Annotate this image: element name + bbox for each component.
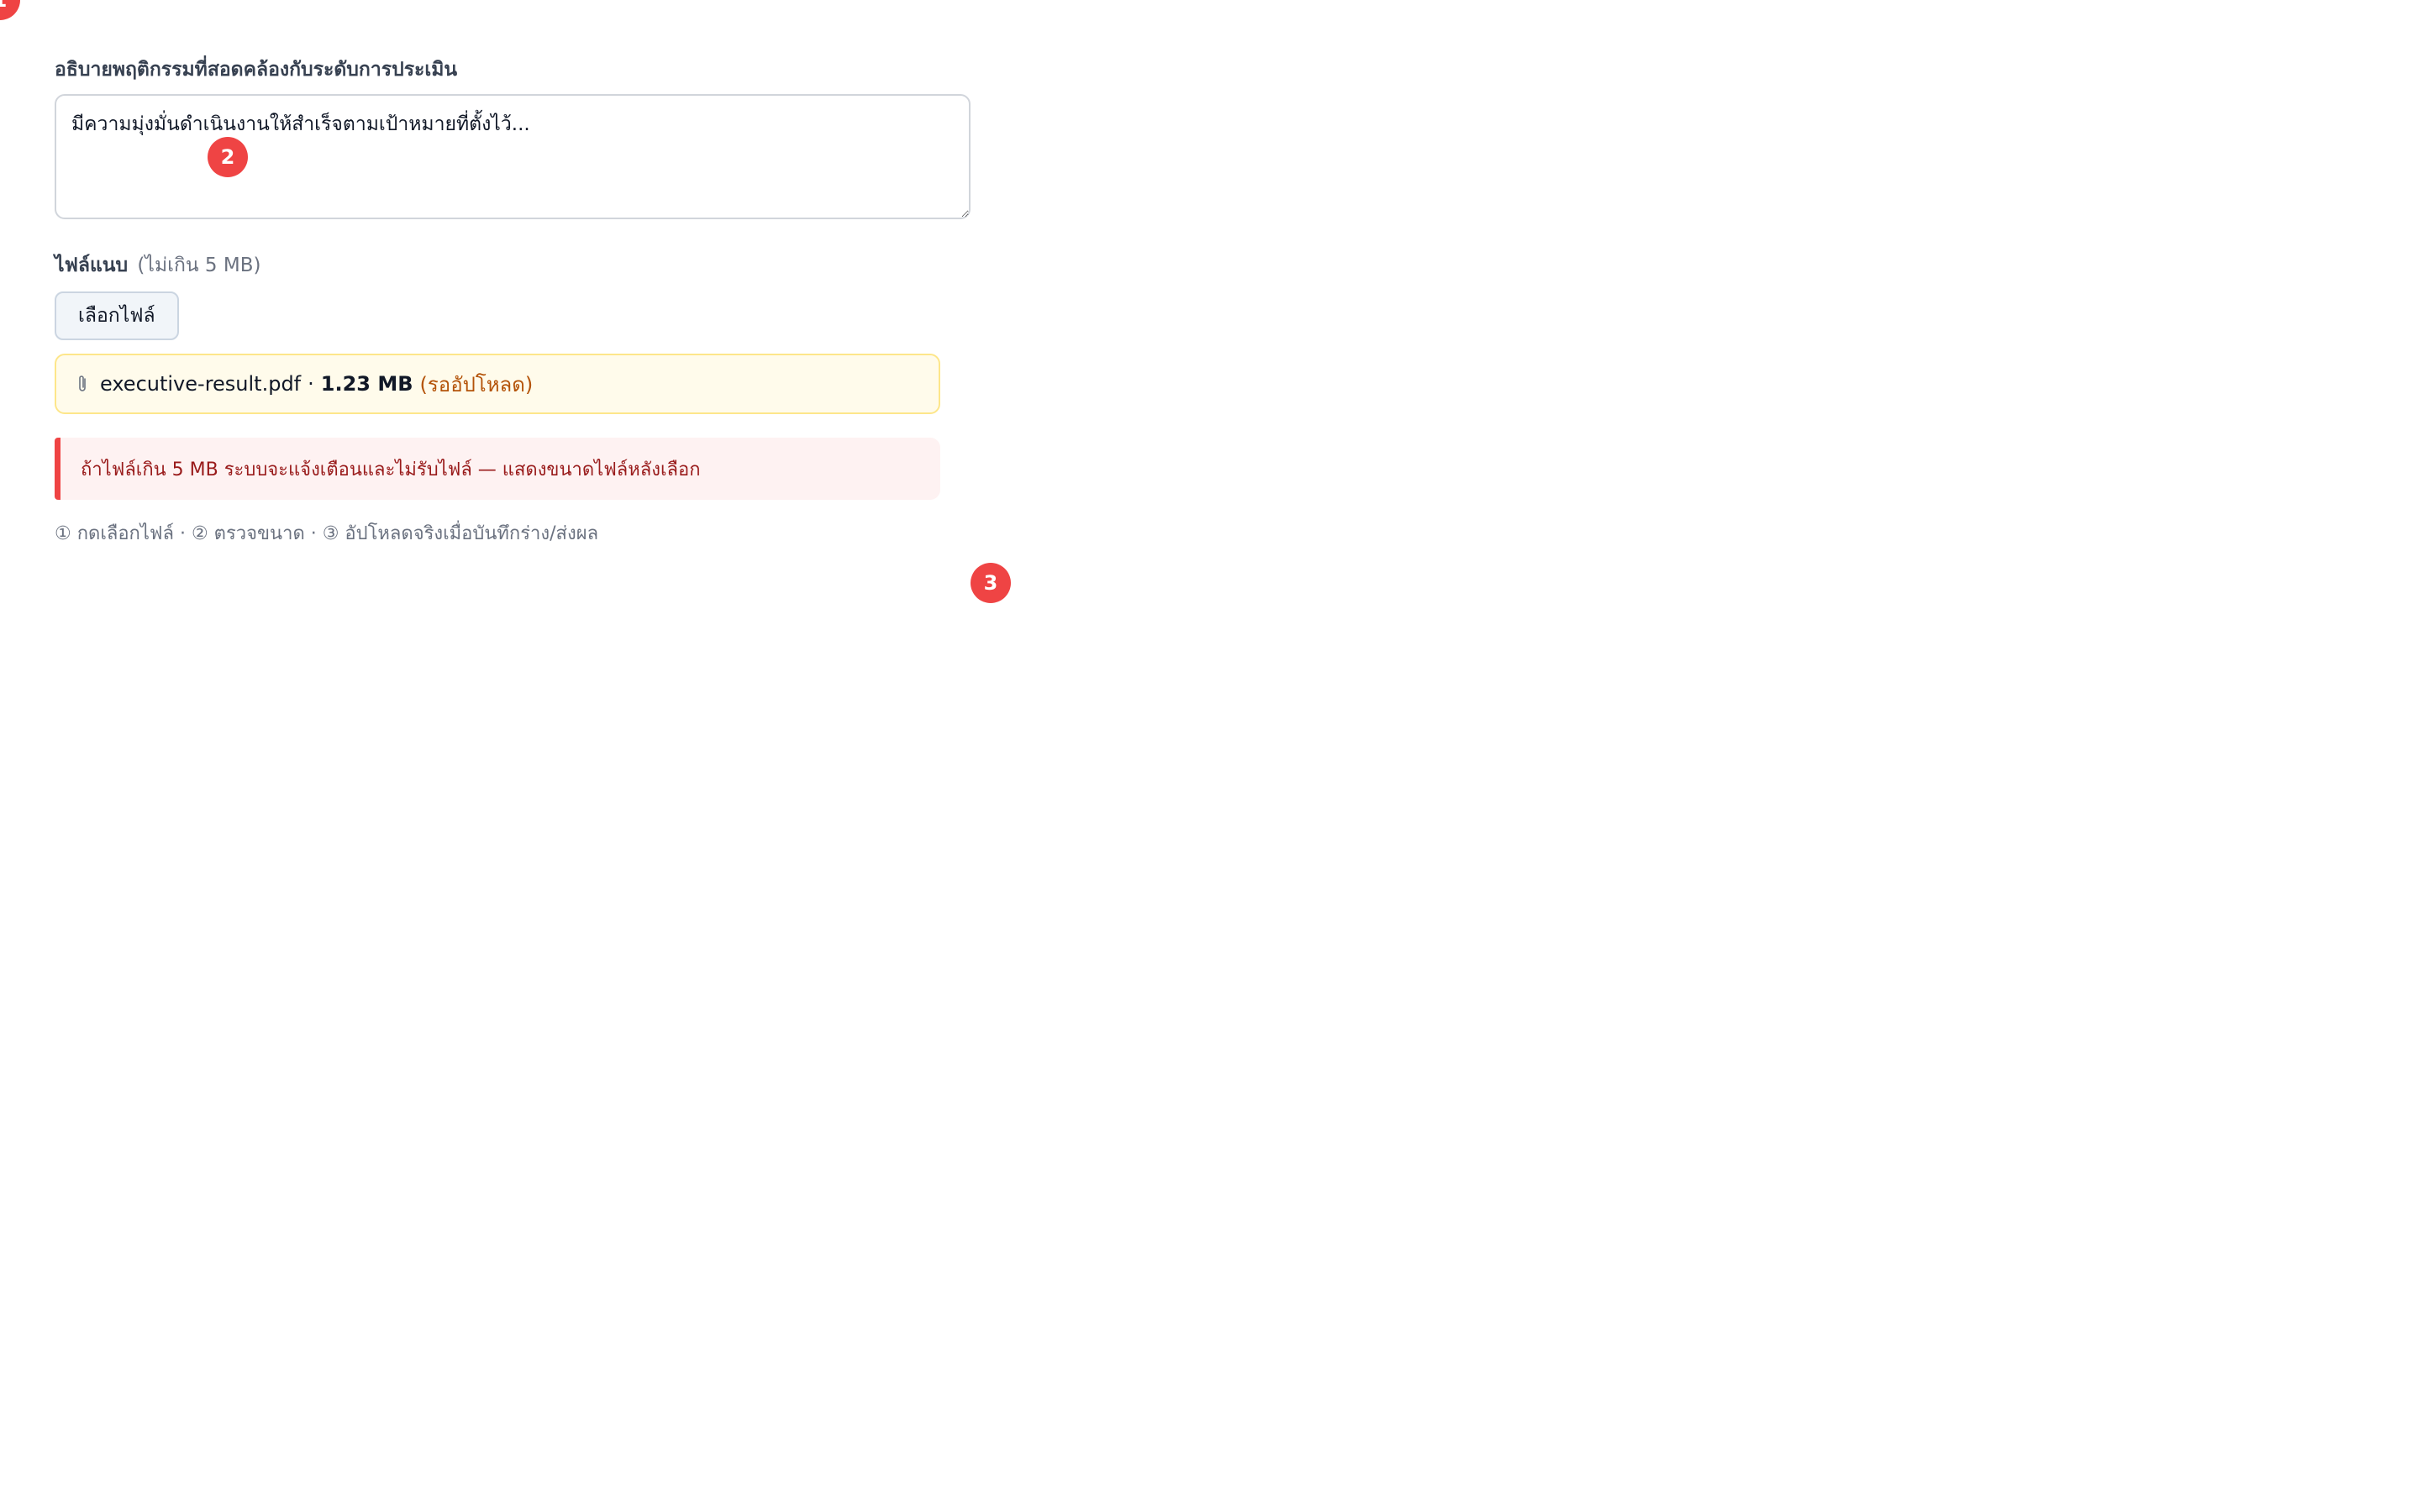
- file-name: executive-result.pdf: [100, 372, 302, 396]
- paperclip-icon: [76, 374, 88, 394]
- choose-file-button[interactable]: เลือกไฟล์: [55, 291, 179, 340]
- alert-text: ถ้าไฟล์เกิน 5 MB ระบบจะแจ้งเตือนและไม่รั…: [81, 459, 701, 480]
- file-size-alert: ถ้าไฟล์เกิน 5 MB ระบบจะแจ้งเตือนและไม่รั…: [55, 438, 940, 500]
- annotation-badge-3: 3: [971, 563, 1011, 603]
- attachment-label-row: ไฟล์แนบ (ไม่เกิน 5 MB): [55, 251, 971, 280]
- file-status: (รออัปโหลด): [419, 372, 534, 396]
- attachment-form: อธิบายพฤติกรรมที่สอดคล้องกับระดับการประเ…: [55, 55, 1011, 603]
- annotation-badge-2: 2: [208, 137, 248, 177]
- behavior-label: อธิบายพฤติกรรมที่สอดคล้องกับระดับการประเ…: [55, 59, 458, 81]
- file-size: 1.23 MB: [320, 372, 413, 396]
- upload-steps-hint: ① กดเลือกไฟล์ · ② ตรวจขนาด · ③ อัปโหลดจร…: [55, 523, 599, 544]
- attachment-label: ไฟล์แนบ: [55, 255, 129, 276]
- selected-file-box: executive-result.pdf · 1.23 MB (รออัปโหล…: [55, 354, 940, 414]
- file-separator: ·: [308, 372, 314, 396]
- page: 1 อธิบายพฤติกรรมที่สอดคล้องกับระดับการปร…: [0, 0, 2420, 1512]
- attachment-size-note: (ไม่เกิน 5 MB): [137, 255, 261, 276]
- annotation-badge-1: 1: [0, 0, 20, 20]
- behavior-textarea[interactable]: [55, 94, 971, 219]
